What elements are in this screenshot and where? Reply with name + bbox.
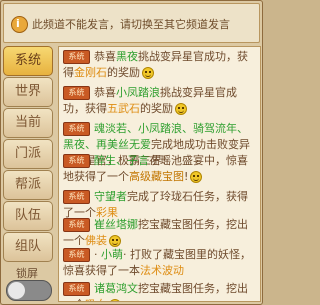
message-text: 恭喜 <box>94 50 116 63</box>
message-text: · <box>94 248 101 261</box>
message-text: 的奖励 <box>140 102 173 115</box>
tab-current[interactable]: 当前 <box>3 108 53 138</box>
player-name[interactable]: 诸葛鸿文 <box>94 282 138 295</box>
chat-message: 系统 恭喜黑夜挑战变异星官成功，获得金刚石的奖励 <box>63 49 257 81</box>
lock-screen-toggle[interactable] <box>6 280 52 301</box>
smile-emoji-icon <box>109 235 121 247</box>
toggle-knob <box>8 282 25 299</box>
chat-message: 系统 崔丝塔娜挖宝藏宝图任务，挖出一个佛装 <box>63 217 257 249</box>
channel-notice-text: 此频道不能发言，请切换至其它频道发言 <box>32 18 230 31</box>
item-name[interactable]: 高级藏宝图 <box>129 170 184 183</box>
chat-message: 系统 醉生、子言在瑶池盛宴中，惊喜地获得了一个高级藏宝图! <box>63 153 257 185</box>
player-name[interactable]: 小萌 <box>101 248 123 261</box>
smile-emoji-icon <box>109 299 121 301</box>
system-tag: 系统 <box>63 154 90 168</box>
message-text: 的奖励 <box>107 66 140 79</box>
smile-emoji-icon <box>142 67 154 79</box>
tab-team[interactable]: 队伍 <box>3 201 53 231</box>
info-icon: i <box>11 16 28 33</box>
chat-message-area[interactable]: 系统 恭喜黑夜挑战变异星官成功，获得金刚石的奖励 系统 恭喜小凤踏浪挑战变异星官成功… <box>58 46 261 302</box>
item-name[interactable]: 五武石 <box>107 102 140 115</box>
tab-group[interactable]: 组队 <box>3 232 53 262</box>
tab-system[interactable]: 系统 <box>3 46 53 76</box>
tab-world[interactable]: 世界 <box>3 77 53 107</box>
item-name[interactable]: 吸血 <box>85 298 107 301</box>
system-tag: 系统 <box>63 282 90 296</box>
smile-emoji-icon <box>190 171 203 183</box>
system-tag: 系统 <box>63 190 90 204</box>
tab-guild[interactable]: 帮派 <box>3 170 53 200</box>
player-name[interactable]: 醉生、子言 <box>94 154 149 167</box>
system-tag: 系统 <box>63 248 90 262</box>
item-name[interactable]: 金刚石 <box>74 66 107 79</box>
message-text: 完成了玲珑石任务，获得了一个 <box>63 190 248 219</box>
system-tag: 系统 <box>63 122 90 136</box>
item-name[interactable]: 佛装 <box>85 234 107 247</box>
smile-emoji-icon <box>175 103 187 115</box>
player-name[interactable]: 崔丝塔娜 <box>94 218 138 231</box>
chat-message: 系统 · 小萌· 打败了藏宝图里的妖怪，惊喜获得了一本法术波动 <box>63 247 257 279</box>
system-tag: 系统 <box>63 218 90 232</box>
player-name[interactable]: 黑夜 <box>116 50 138 63</box>
lock-screen-label: 锁屏 <box>16 267 38 280</box>
chat-message: 系统诸葛鸿文挖宝藏宝图任务，挖出一个吸血 <box>63 281 257 301</box>
message-text: 恭喜 <box>94 86 116 99</box>
channel-notice-bar: i 此频道不能发言，请切换至其它频道发言 <box>3 3 260 43</box>
item-name[interactable]: 法术波动 <box>140 264 184 277</box>
system-tag: 系统 <box>63 86 90 100</box>
chat-message: 系统 恭喜小凤踏浪挑战变异星官成功，获得五武石的奖励 <box>63 85 257 117</box>
tab-sect[interactable]: 门派 <box>3 139 53 169</box>
message-text: ! <box>184 170 189 183</box>
player-name[interactable]: 小凤踏浪 <box>116 86 160 99</box>
chat-window: i 此频道不能发言，请切换至其它频道发言 系统 世界 当前 门派 帮派 队伍 组… <box>0 0 263 305</box>
player-name[interactable]: 守望者 <box>94 190 127 203</box>
system-tag: 系统 <box>63 50 90 64</box>
